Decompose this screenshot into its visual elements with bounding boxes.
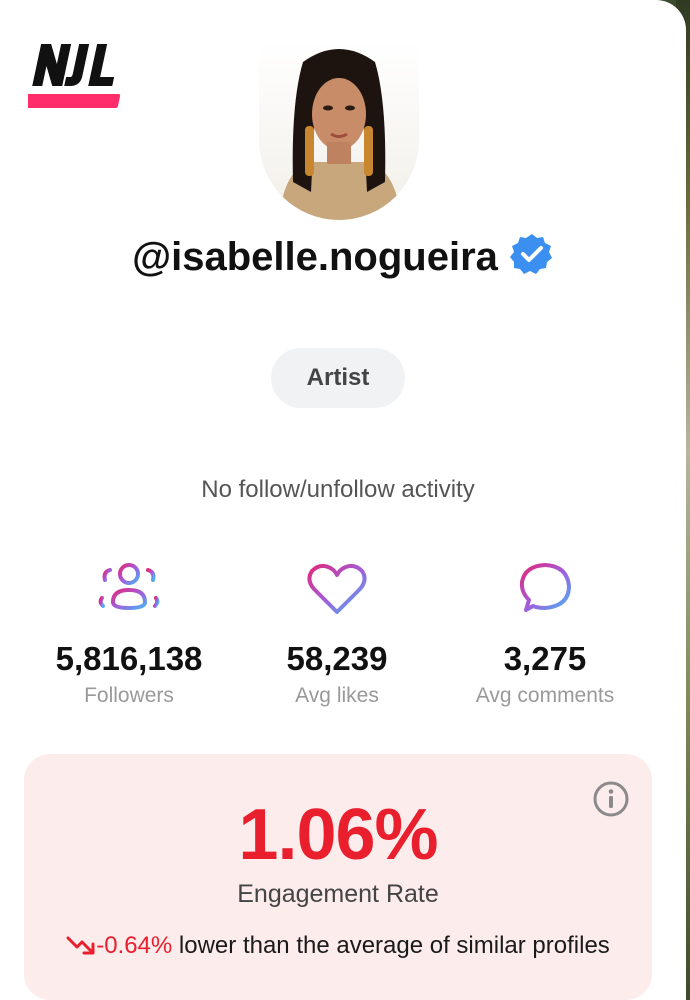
engagement-comparison: -0.64% lower than the average of similar…	[24, 932, 652, 960]
avg-comments-label: Avg comments	[475, 684, 615, 707]
avg-likes-count: 58,239	[286, 640, 388, 677]
brand-logo	[28, 44, 121, 108]
stat-followers: 5,816,138 Followers	[19, 560, 239, 708]
trend-down-icon	[66, 936, 95, 955]
engagement-panel: 1.06% Engagement Rate -0.64% lower than …	[24, 754, 652, 1000]
stat-avg-likes: 58,239 Avg likes	[227, 560, 447, 708]
verified-badge-icon	[509, 234, 552, 274]
followers-icon	[98, 563, 160, 611]
engagement-rate: 1.06%	[238, 795, 438, 875]
avg-likes-label: Avg likes	[295, 684, 379, 707]
username: @isabelle.nogueira	[0, 232, 686, 280]
activity-status: No follow/unfollow activity	[201, 476, 475, 503]
username-text: @isabelle.nogueira	[132, 235, 498, 279]
stat-avg-comments: 3,275 Avg comments	[435, 560, 655, 708]
category-tag[interactable]: Artist	[271, 348, 405, 408]
engagement-delta: -0.64%	[96, 932, 173, 959]
heart-icon	[307, 564, 367, 614]
followers-count: 5,816,138	[55, 640, 203, 677]
engagement-comparison-text: lower than the average of similar profil…	[178, 932, 610, 959]
followers-label: Followers	[84, 684, 174, 707]
profile-card: @isabelle.nogueira Artist No follow/unfo…	[0, 0, 686, 1000]
engagement-rate-label: Engagement Rate	[237, 880, 439, 908]
avg-comments-count: 3,275	[503, 640, 587, 677]
avatar[interactable]	[259, 42, 419, 220]
comment-icon	[519, 563, 571, 612]
